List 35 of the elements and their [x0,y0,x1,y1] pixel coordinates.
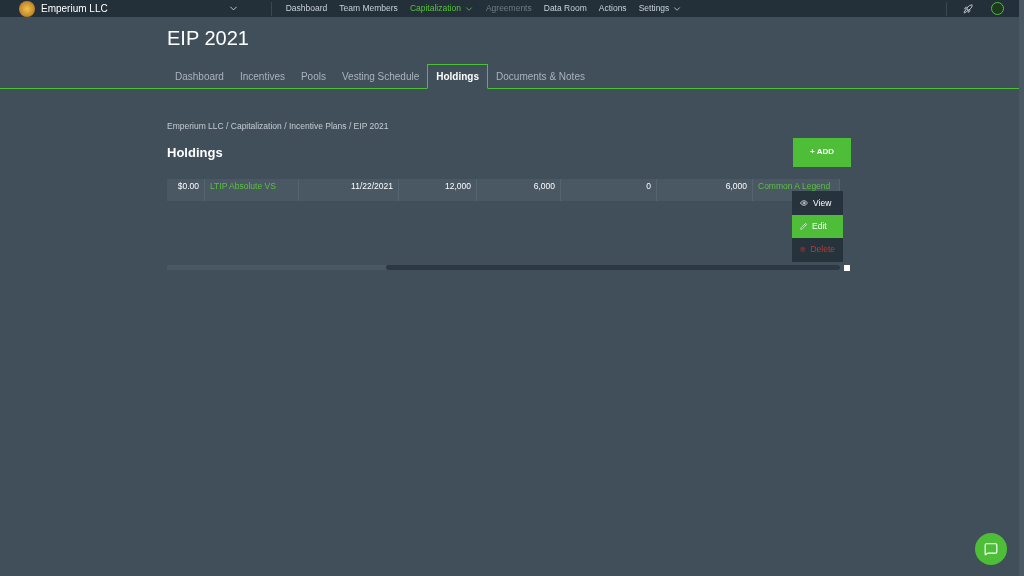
section-title: Holdings [167,143,223,162]
company-logo-icon [19,0,35,17]
nav-link[interactable]: Settings [638,2,683,15]
account-icon[interactable] [991,2,1004,15]
resize-handle[interactable] [844,264,850,271]
nav-link[interactable]: Team Members [339,2,398,15]
table-cell: 12,000 [399,178,477,201]
tab[interactable]: Pools [292,64,334,88]
company-name: Emperium LLC [41,2,108,16]
chat-icon [984,542,998,556]
table-cell: 6,000 [477,178,561,201]
page-title: EIP 2021 [167,26,250,51]
tab[interactable]: Incentives [231,64,293,88]
table-cell: 6,000 [657,178,753,201]
scrollbar-thumb[interactable] [386,264,840,270]
nav-link[interactable]: Dashboard [285,2,328,15]
menu-item[interactable]: Delete [792,237,843,261]
table-cell: 11/22/2021 [299,178,399,201]
eye-icon [800,199,808,208]
tab[interactable]: Vesting Schedule [333,64,428,88]
tab[interactable]: Holdings [427,64,489,89]
nav-link[interactable]: Actions [598,2,627,15]
pencil-icon [800,222,807,230]
nav-link[interactable]: Capitalization [409,2,474,15]
tab[interactable]: Dashboard [167,64,232,88]
add-button[interactable]: + ADD [793,137,851,167]
nav-link[interactable]: Data Room [543,2,587,15]
rocket-icon[interactable] [963,3,973,14]
menu-item[interactable]: Edit [792,214,843,238]
table-cell: 0 [561,178,657,201]
chat-button[interactable] [975,533,1007,565]
breadcrumb: Emperium LLC / Capitalization / Incentive Plans / EIP 2021 [167,120,390,133]
table-cell[interactable]: LTIP Absolute VS [205,178,299,201]
table-cell: $0.00 [167,178,205,201]
tab[interactable]: Documents & Notes [488,64,593,88]
